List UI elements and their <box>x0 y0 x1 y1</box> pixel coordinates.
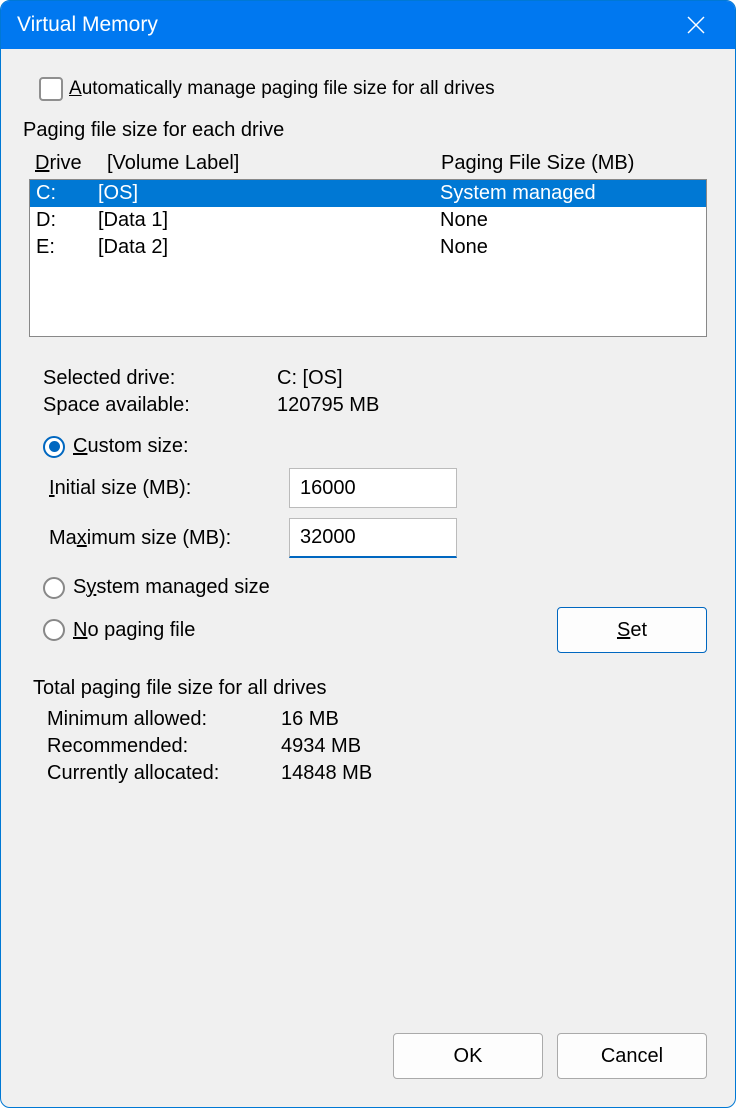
dialog-footer: OK Cancel <box>1 1013 735 1107</box>
drive-letter: E: <box>36 236 98 259</box>
drive-letter: C: <box>36 182 98 205</box>
auto-manage-checkbox[interactable] <box>39 77 63 101</box>
drive-listbox[interactable]: C:[OS]System managedD:[Data 1]NoneE:[Dat… <box>29 179 707 337</box>
selected-drive-value: C: [OS] <box>277 367 707 390</box>
drive-list-headers: Drive [Volume Label] Paging File Size (M… <box>29 148 707 179</box>
no-paging-label: No paging file <box>73 619 195 642</box>
system-managed-label: System managed size <box>73 576 270 599</box>
close-button[interactable] <box>673 1 719 49</box>
content-area: Automatically manage paging file size fo… <box>1 49 735 1013</box>
drive-list-row[interactable]: E:[Data 2]None <box>30 234 706 261</box>
custom-size-radio[interactable] <box>43 436 65 458</box>
initial-size-input[interactable] <box>289 468 457 508</box>
currently-allocated-label: Currently allocated: <box>47 762 281 785</box>
virtual-memory-dialog: Virtual Memory Automatically manage pagi… <box>0 0 736 1108</box>
space-available-label: Space available: <box>43 394 277 417</box>
set-button[interactable]: Set <box>557 607 707 653</box>
system-managed-radio[interactable] <box>43 577 65 599</box>
minimum-allowed-value: 16 MB <box>281 708 707 731</box>
totals-group-label: Total paging file size for all drives <box>29 677 707 700</box>
maximum-size-label: Maximum size (MB): <box>49 527 289 550</box>
minimum-allowed-label: Minimum allowed: <box>47 708 281 731</box>
drive-volume-label: [Data 1] <box>98 209 440 232</box>
initial-size-label: Initial size (MB): <box>49 477 289 500</box>
ok-button[interactable]: OK <box>393 1033 543 1079</box>
selected-drive-label: Selected drive: <box>43 367 277 390</box>
cancel-button[interactable]: Cancel <box>557 1033 707 1079</box>
drive-letter: D: <box>36 209 98 232</box>
drive-volume-label: [Data 2] <box>98 236 440 259</box>
drive-paging-size: System managed <box>440 182 700 205</box>
drive-volume-label: [OS] <box>98 182 440 205</box>
maximum-size-input[interactable] <box>289 518 457 558</box>
header-paging-size: Paging File Size (MB) <box>441 152 701 175</box>
no-paging-radio[interactable] <box>43 619 65 641</box>
header-drive: Drive <box>35 152 107 175</box>
auto-manage-label: Automatically manage paging file size fo… <box>69 78 495 100</box>
totals-group: Total paging file size for all drives Mi… <box>29 677 707 787</box>
recommended-value: 4934 MB <box>281 735 707 758</box>
header-volume-label: [Volume Label] <box>107 152 441 175</box>
space-available-value: 120795 MB <box>277 394 707 417</box>
currently-allocated-value: 14848 MB <box>281 762 707 785</box>
paging-per-drive-group: Paging file size for each drive Drive [V… <box>29 119 707 659</box>
recommended-label: Recommended: <box>47 735 281 758</box>
drive-paging-size: None <box>440 209 700 232</box>
drive-paging-size: None <box>440 236 700 259</box>
titlebar: Virtual Memory <box>1 1 735 49</box>
custom-size-label: Custom size: <box>73 435 189 458</box>
window-title: Virtual Memory <box>17 13 673 37</box>
drive-list-row[interactable]: D:[Data 1]None <box>30 207 706 234</box>
drive-list-row[interactable]: C:[OS]System managed <box>30 180 706 207</box>
paging-group-label: Paging file size for each drive <box>19 119 707 142</box>
close-icon <box>687 16 705 34</box>
